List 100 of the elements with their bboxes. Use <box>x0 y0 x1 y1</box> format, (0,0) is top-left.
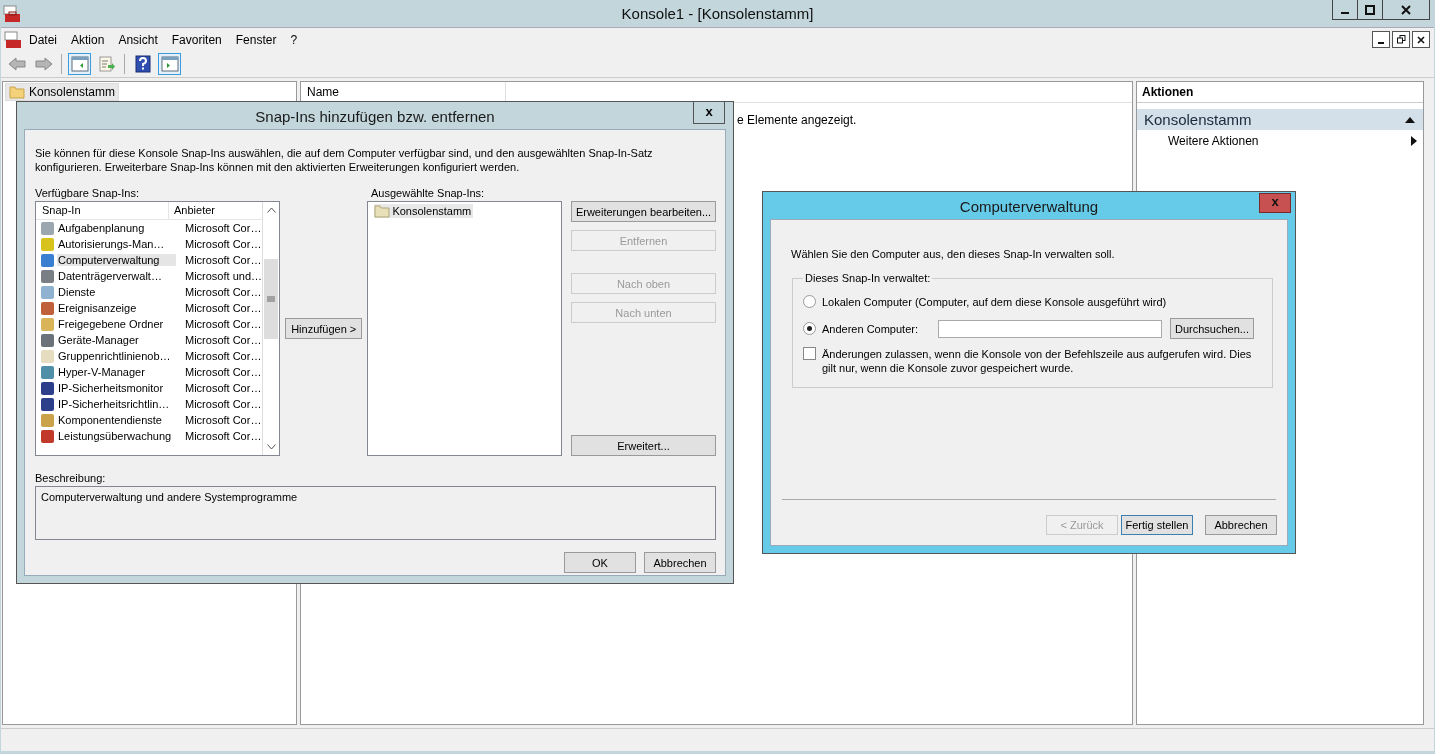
column-header[interactable]: Snap-In <box>36 202 169 219</box>
scrollbar[interactable] <box>262 202 279 455</box>
restore-button[interactable] <box>1392 31 1410 48</box>
list-row[interactable]: Aufgabenplanung Microsoft Cor… <box>36 220 262 236</box>
computer-name-field[interactable] <box>938 319 1162 338</box>
browse-button[interactable]: Durchsuchen... <box>1170 318 1254 339</box>
list-row[interactable]: Komponentendienste Microsoft Cor… <box>36 412 262 428</box>
menu-item[interactable]: Fenster <box>228 32 284 47</box>
side-button[interactable]: Erweiterungen bearbeiten... <box>571 201 716 222</box>
close-icon <box>1417 35 1425 44</box>
snap-in-name: Freigegebene Ordner <box>57 318 165 330</box>
snap-in-name: Gruppenrichtlinienob… <box>57 350 172 362</box>
dialog-title: Computerverwaltung <box>959 198 1099 215</box>
dialog-title: Snap-Ins hinzufügen bzw. entfernen <box>255 108 495 125</box>
snap-in-name: Dienste <box>57 286 97 298</box>
column-header[interactable]: Anbieter <box>169 202 262 219</box>
forward-arrow-icon <box>34 56 53 72</box>
vendor-cell-text: Microsoft Cor… <box>184 398 262 410</box>
close-icon <box>1401 4 1411 15</box>
vendor-cell-text: Microsoft Cor… <box>184 430 262 442</box>
folder-icon <box>374 204 391 218</box>
snap-in-name: Datenträgerverwalt… <box>57 270 163 282</box>
add-button[interactable]: Hinzufügen > <box>285 318 363 339</box>
maximize-icon <box>1365 4 1375 15</box>
radio-button[interactable] <box>803 322 816 335</box>
list-row[interactable]: Autorisierungs-Man… Microsoft Cor… <box>36 236 262 252</box>
back-arrow-icon <box>7 56 26 72</box>
selected-label: Ausgewählte Snap-Ins: <box>371 187 485 199</box>
export-list-icon <box>97 56 116 72</box>
list-row[interactable]: Hyper-V-Manager Microsoft Cor… <box>36 364 262 380</box>
pane-layout-icon <box>70 56 89 72</box>
option-label: Anderen Computer: <box>822 322 918 335</box>
wizard-button[interactable]: Fertig stellen <box>1121 515 1193 535</box>
intro-text: Sie können für diese Konsole Snap-Ins auswählen, die auf dem Computer verfügbar sind, und den ausgewählten Snap-In-Satz konfigurieren. Erweiterbare Snap-Ins können mit den aktivierten Erweiterungen konfiguriert werden. <box>35 146 654 174</box>
vendor-cell-text: Microsoft Cor… <box>184 302 262 314</box>
scroll-thumb[interactable] <box>264 258 278 339</box>
advanced-button[interactable]: Erweitert... <box>571 435 716 456</box>
list-row[interactable]: Dienste Microsoft Cor… <box>36 284 262 300</box>
available-label: Verfügbare Snap-Ins: <box>35 187 140 199</box>
list-row[interactable]: Geräte-Manager Microsoft Cor… <box>36 332 262 348</box>
vendor-cell-text: Microsoft Cor… <box>184 334 262 346</box>
scroll-up-icon <box>266 207 276 213</box>
list-row[interactable]: Leistungsüberwachung Microsoft Cor… <box>36 428 262 444</box>
vendor-cell-text: Microsoft Cor… <box>184 350 262 362</box>
menu-item[interactable]: Aktion <box>64 32 112 47</box>
list-row[interactable]: Computerverwaltung Microsoft Cor… <box>36 252 262 268</box>
action-item[interactable]: Weitere Aktionen <box>1137 130 1423 152</box>
list-row[interactable]: IP-Sicherheitsrichtlin… Microsoft Cor… <box>36 396 262 412</box>
description-text: Computerverwaltung und andere Systemprogramme <box>35 486 716 540</box>
vendor-cell-text: Microsoft Cor… <box>184 414 262 426</box>
group-label: Dieses Snap-In verwaltet: <box>804 272 932 284</box>
menu-item[interactable]: Ansicht <box>111 32 165 47</box>
dialog-button[interactable]: OK <box>564 552 636 573</box>
snap-in-name: IP-Sicherheitsmonitor <box>57 382 165 394</box>
menu-item[interactable]: Favoriten <box>164 32 229 47</box>
vendor-cell-text: Microsoft Cor… <box>184 286 262 298</box>
actions-section-header[interactable]: Konsolenstamm <box>1137 109 1423 130</box>
vendor-cell-text: Microsoft Cor… <box>184 366 262 378</box>
snap-in-name: Computerverwaltung <box>57 254 176 266</box>
menu-item[interactable]: Datei <box>22 32 64 47</box>
list-row[interactable]: IP-Sicherheitsmonitor Microsoft Cor… <box>36 380 262 396</box>
list-row[interactable]: Ereignisanzeige Microsoft Cor… <box>36 300 262 316</box>
snap-in-name: IP-Sicherheitsrichtlin… <box>57 398 171 410</box>
checkbox-label: Änderungen zulassen, wenn die Konsole von der Befehlszeile aus aufgerufen wird. Dies gilt nur, wenn die Konsole zuvor gespeichert wurde. <box>822 347 1253 375</box>
prompt-text: Wählen Sie den Computer aus, den dieses Snap-In verwalten soll. <box>791 248 1116 260</box>
minimize-button[interactable] <box>1372 31 1390 48</box>
section-title: Konsolenstamm <box>1144 111 1252 128</box>
checkbox[interactable] <box>803 347 816 360</box>
list-row[interactable]: Datenträgerverwalt… Microsoft und… <box>36 268 262 284</box>
vendor-cell-text: Microsoft Cor… <box>184 254 262 266</box>
tree-item[interactable]: Konsolenstamm <box>5 83 120 101</box>
vendor-cell-text: Microsoft Cor… <box>184 382 262 394</box>
submenu-arrow-icon <box>1411 136 1417 146</box>
list-row[interactable]: Gruppenrichtlinienob… Microsoft Cor… <box>36 348 262 364</box>
option-label: Lokalen Computer (Computer, auf dem diese Konsole ausgeführt wird) <box>822 295 1167 308</box>
close-button[interactable] <box>1412 31 1430 48</box>
close-button[interactable] <box>1382 0 1430 20</box>
vendor-cell-text: Microsoft und… <box>183 270 262 282</box>
snap-in-name: Leistungsüberwachung <box>57 430 173 442</box>
tree-pane-button[interactable] <box>68 53 91 75</box>
minimize-button[interactable] <box>1332 0 1358 20</box>
close-button[interactable]: x <box>693 102 725 124</box>
close-button[interactable]: x <box>1259 193 1291 213</box>
vendor-cell-text: Microsoft Cor… <box>184 222 262 234</box>
vendor-cell-text: Microsoft Cor… <box>184 238 262 250</box>
empty-message: e Elemente angezeigt. <box>737 113 858 127</box>
snap-in-name: Geräte-Manager <box>57 334 140 346</box>
folder-icon <box>9 85 25 99</box>
wizard-button[interactable]: Abbrechen <box>1205 515 1277 535</box>
dialog-button[interactable]: Abbrechen <box>644 552 716 573</box>
snap-in-name: Aufgabenplanung <box>57 222 146 234</box>
minimize-icon <box>1378 41 1384 44</box>
list-item[interactable]: Konsolenstamm <box>374 204 474 218</box>
list-row[interactable]: Freigegebene Ordner Microsoft Cor… <box>36 316 262 332</box>
help-icon <box>134 55 151 73</box>
radio-button[interactable] <box>803 295 816 308</box>
snap-in-name: Autorisierungs-Man… <box>57 238 166 250</box>
menu-item[interactable]: ? <box>283 32 305 47</box>
console-app-icon <box>4 30 22 49</box>
description-label: Beschreibung: <box>35 472 107 484</box>
